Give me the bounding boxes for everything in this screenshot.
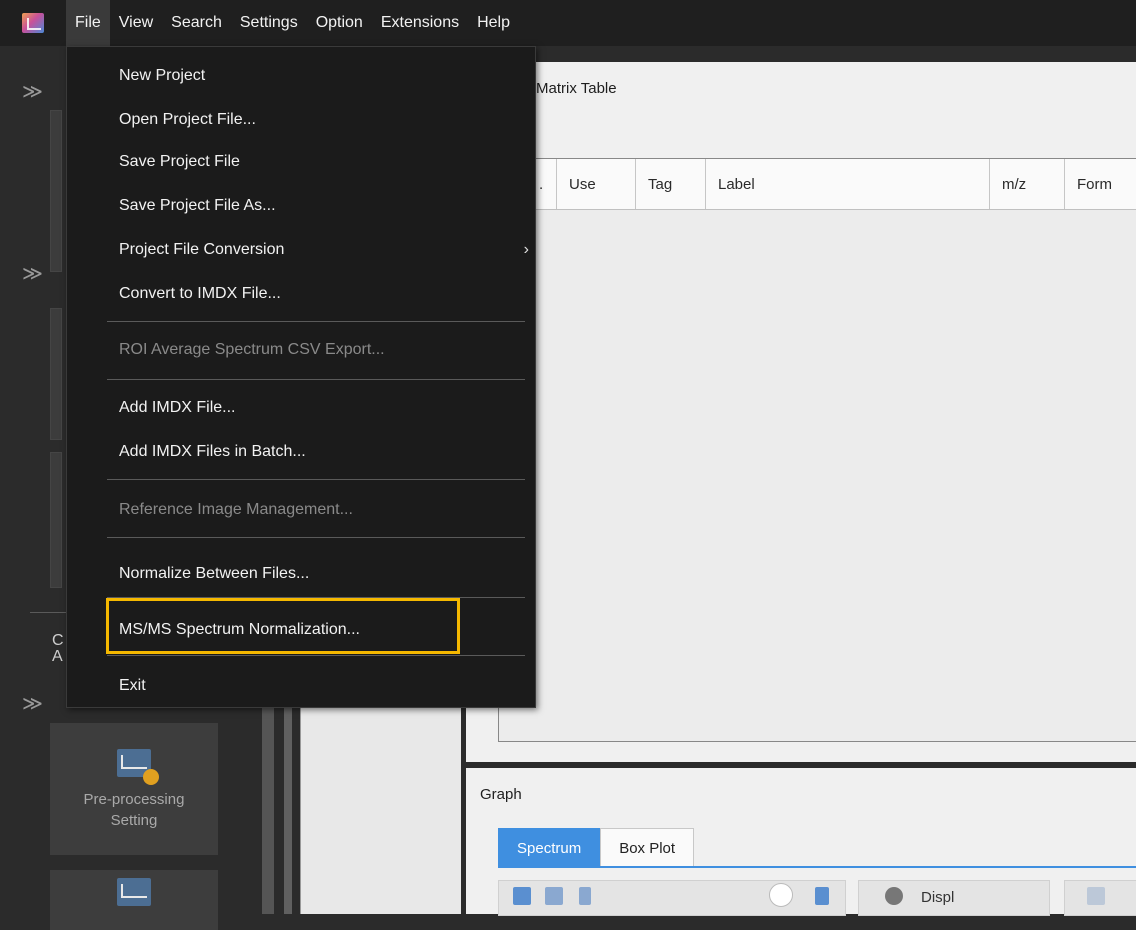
matrix-table: . Use Tag Label m/z Form: [498, 158, 1136, 742]
column-header-label[interactable]: Label: [706, 159, 990, 209]
graph-tabs: Spectrum Box Plot: [498, 828, 695, 868]
menu-item-open-project[interactable]: Open Project File...: [119, 111, 256, 129]
column-header-formula[interactable]: Form: [1065, 159, 1136, 209]
tool-icon[interactable]: [1087, 887, 1105, 905]
tool-label-line2: Setting: [110, 812, 158, 829]
menu-item-roi-export: ROI Average Spectrum CSV Export...: [119, 341, 385, 358]
matrix-table-title: Matrix Table: [536, 80, 617, 97]
menu-bar: File View Search Settings Option Extensi…: [0, 0, 1136, 46]
graph-title: Graph: [480, 786, 522, 803]
display-button-label[interactable]: Displ: [921, 889, 954, 906]
submenu-arrow-icon: ›: [523, 241, 529, 258]
app-icon: [22, 13, 44, 33]
menu-separator: [107, 655, 525, 656]
table-header: . Use Tag Label m/z Form: [499, 159, 1136, 210]
sidebar-panel: [50, 110, 62, 272]
menu-option[interactable]: Option: [307, 0, 372, 46]
tab-underline: [498, 866, 1136, 868]
menu-separator: [107, 321, 525, 322]
menu-item-new-project[interactable]: New Project: [119, 67, 205, 85]
menu-settings[interactable]: Settings: [231, 0, 307, 46]
menu-item-convert-imdx[interactable]: Convert to IMDX File...: [119, 285, 281, 303]
preprocessing-icon: [117, 749, 159, 785]
menu-item-add-imdx[interactable]: Add IMDX File...: [119, 399, 235, 417]
tool-icon[interactable]: [513, 887, 531, 905]
menu-help[interactable]: Help: [468, 0, 519, 46]
menu-extensions[interactable]: Extensions: [372, 0, 468, 46]
menu-item-label: Project File Conversion: [119, 241, 285, 258]
menu-item-save-project-as[interactable]: Save Project File As...: [119, 197, 276, 215]
chart-icon: [117, 878, 151, 906]
column-header-use[interactable]: Use: [557, 159, 636, 209]
column-header-mz[interactable]: m/z: [990, 159, 1065, 209]
graph-toolbar: Displ: [498, 880, 1136, 916]
collapse-chevron-icon[interactable]: ≫: [22, 264, 43, 284]
menu-separator: [107, 479, 525, 480]
menu-separator: [107, 537, 525, 538]
menu-item-exit[interactable]: Exit: [119, 677, 146, 695]
tool-label-line1: Pre-processing: [83, 791, 185, 808]
collapse-chevron-icon[interactable]: ≫: [22, 82, 43, 102]
tool-icon[interactable]: [579, 887, 591, 905]
menu-separator: [107, 379, 525, 380]
menu-search[interactable]: Search: [162, 0, 231, 46]
highlight-box: [106, 598, 460, 654]
sidebar-letter: A: [52, 648, 63, 665]
gear-icon[interactable]: [815, 887, 829, 905]
menu-item-project-file-conversion[interactable]: Project File Conversion ›: [119, 241, 529, 259]
toolbar-group: Displ: [858, 880, 1050, 916]
menu-view[interactable]: View: [110, 0, 162, 46]
toolbar-group: [498, 880, 846, 916]
menu-item-save-project[interactable]: Save Project File: [119, 153, 240, 171]
slider-handle[interactable]: [769, 883, 793, 907]
menu-item-add-imdx-batch[interactable]: Add IMDX Files in Batch...: [119, 443, 306, 461]
sidebar-panel: [50, 308, 62, 440]
column-header-tag[interactable]: Tag: [636, 159, 706, 209]
menu-item-normalize-between-files[interactable]: Normalize Between Files...: [119, 565, 309, 583]
display-icon[interactable]: [885, 887, 903, 905]
toolbar-group: [1064, 880, 1136, 916]
tab-box-plot[interactable]: Box Plot: [600, 828, 695, 868]
tool-icon[interactable]: [545, 887, 563, 905]
sidebar-panel: [50, 452, 62, 588]
pre-processing-setting-button[interactable]: Pre-processing Setting: [50, 723, 218, 855]
tab-spectrum[interactable]: Spectrum: [498, 828, 601, 868]
collapse-chevron-icon[interactable]: ≫: [22, 694, 43, 714]
tool-button[interactable]: [50, 870, 218, 930]
menu-item-reference-image: Reference Image Management...: [119, 501, 353, 518]
menu-file[interactable]: File: [66, 0, 110, 46]
